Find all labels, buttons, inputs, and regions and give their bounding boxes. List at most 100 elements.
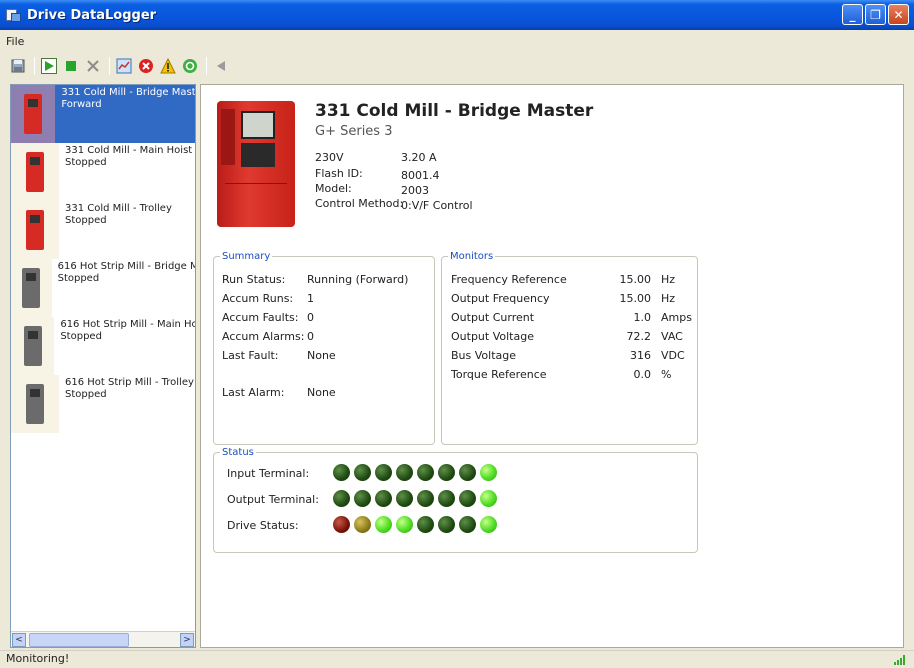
drive-list: 331 Cold Mill - Bridge Master Forward 33…: [10, 84, 196, 648]
summary-label: Accum Faults:: [222, 311, 299, 324]
status-led: [480, 516, 497, 533]
status-led: [438, 464, 455, 481]
drive-thumbnail: [11, 201, 59, 259]
menu-file[interactable]: File: [0, 35, 30, 48]
monitor-unit: VDC: [661, 349, 685, 362]
monitor-label: Bus Voltage: [451, 349, 517, 362]
drive-thumbnail: [11, 375, 59, 433]
status-row-label: Output Terminal:: [227, 493, 319, 506]
drive-list-item-name: 331 Cold Mill - Main Hoist: [65, 145, 193, 156]
monitor-unit: Hz: [661, 273, 676, 286]
delete-icon[interactable]: [83, 56, 103, 76]
status-led: [354, 464, 371, 481]
status-led: [396, 516, 413, 533]
control-method-label: Control Method:: [315, 197, 404, 210]
status-led: [417, 516, 434, 533]
drive-list-item-name: 331 Cold Mill - Trolley: [65, 203, 172, 214]
drive-list-item[interactable]: 331 Cold Mill - Trolley Stopped: [11, 201, 195, 259]
maximize-button[interactable]: ❐: [865, 4, 886, 25]
status-led: [417, 490, 434, 507]
horizontal-scrollbar[interactable]: < >: [11, 631, 195, 647]
drive-list-item-status: Stopped: [65, 389, 107, 400]
menu-bar: File: [0, 30, 914, 52]
drive-thumbnail: [11, 143, 59, 201]
status-led: [417, 464, 434, 481]
summary-label: Last Alarm:: [222, 386, 285, 399]
status-led: [480, 490, 497, 507]
toolbar-separator: [109, 57, 110, 75]
status-led: [396, 464, 413, 481]
toolbar-separator: [34, 57, 35, 75]
signal-icon: [894, 655, 906, 665]
drive-list-item[interactable]: 616 Hot Strip Mill - Main Hoist Stopped: [11, 317, 195, 375]
drive-list-item-name: 616 Hot Strip Mill - Trolley: [65, 377, 194, 388]
monitor-label: Output Frequency: [451, 292, 550, 305]
summary-value: None: [307, 386, 336, 399]
summary-value: None: [307, 349, 336, 362]
drive-list-item[interactable]: 331 Cold Mill - Main Hoist Stopped: [11, 143, 195, 201]
status-led: [354, 490, 371, 507]
summary-legend: Summary: [222, 251, 271, 262]
status-led: [396, 490, 413, 507]
status-led: [333, 516, 350, 533]
drive-list-item[interactable]: 331 Cold Mill - Bridge Master Forward: [11, 85, 195, 143]
status-led: [354, 516, 371, 533]
title-bar: Drive DataLogger _ ❐ ✕: [0, 0, 914, 30]
drive-thumbnail: [11, 317, 55, 375]
drive-list-item-name: 616 Hot Strip Mill - Main Hoist: [60, 319, 195, 330]
refresh-icon[interactable]: [180, 56, 200, 76]
monitor-label: Output Voltage: [451, 330, 534, 343]
control-method-value: 0:V/F Control: [401, 199, 473, 212]
monitor-value: 316: [630, 349, 651, 362]
stop-icon[interactable]: [61, 56, 81, 76]
drive-list-item-status: Stopped: [57, 273, 100, 284]
drive-series: G+ Series 3: [315, 124, 393, 139]
flash-id-value: 8001.4: [401, 169, 440, 182]
monitor-unit: %: [661, 368, 672, 381]
save-icon[interactable]: [8, 56, 28, 76]
drive-thumbnail: [11, 85, 56, 143]
drive-current: 3.20 A: [401, 151, 437, 164]
drive-thumbnail: [11, 259, 52, 317]
report-icon[interactable]: [114, 56, 134, 76]
drive-voltage: 230V: [315, 151, 344, 164]
summary-label: Accum Runs:: [222, 292, 294, 305]
summary-label: Last Fault:: [222, 349, 279, 362]
status-led: [459, 464, 476, 481]
monitor-value: 72.2: [626, 330, 652, 343]
status-led: [375, 516, 392, 533]
alarm-icon[interactable]: [158, 56, 178, 76]
monitor-unit: Hz: [661, 292, 676, 305]
summary-label: Run Status:: [222, 273, 286, 286]
close-button[interactable]: ✕: [888, 4, 909, 25]
fault-icon[interactable]: [136, 56, 156, 76]
summary-value: 0: [307, 311, 314, 324]
drive-detail-panel: 331 Cold Mill - Bridge Master G+ Series …: [200, 84, 904, 648]
monitor-label: Torque Reference: [451, 368, 547, 381]
minimize-button[interactable]: _: [842, 4, 863, 25]
drive-list-item-name: 616 Hot Strip Mill - Bridge Maste: [57, 261, 195, 272]
drive-list-item[interactable]: 616 Hot Strip Mill - Bridge Maste Stoppe…: [11, 259, 195, 317]
drive-title: 331 Cold Mill - Bridge Master: [315, 101, 594, 121]
monitor-value: 15.00: [619, 292, 652, 305]
toolbar-separator: [206, 57, 207, 75]
scroll-left-button[interactable]: <: [12, 633, 26, 647]
scroll-thumb[interactable]: [29, 633, 129, 647]
status-led: [333, 490, 350, 507]
monitor-label: Output Current: [451, 311, 535, 324]
status-led: [480, 464, 497, 481]
status-led: [438, 490, 455, 507]
status-text: Monitoring!: [6, 652, 70, 665]
monitor-value: 1.0: [633, 311, 652, 324]
summary-value: Running (Forward): [307, 273, 409, 286]
drive-list-item-status: Stopped: [65, 215, 107, 226]
monitor-unit: VAC: [661, 330, 683, 343]
toolbar: [0, 52, 914, 80]
back-icon[interactable]: [211, 56, 231, 76]
flash-id-label: Flash ID:: [315, 167, 363, 180]
drive-list-item-status: Forward: [61, 99, 102, 110]
monitor-label: Frequency Reference: [451, 273, 567, 286]
drive-list-item[interactable]: 616 Hot Strip Mill - Trolley Stopped: [11, 375, 195, 433]
scroll-right-button[interactable]: >: [180, 633, 194, 647]
play-icon[interactable]: [39, 56, 59, 76]
